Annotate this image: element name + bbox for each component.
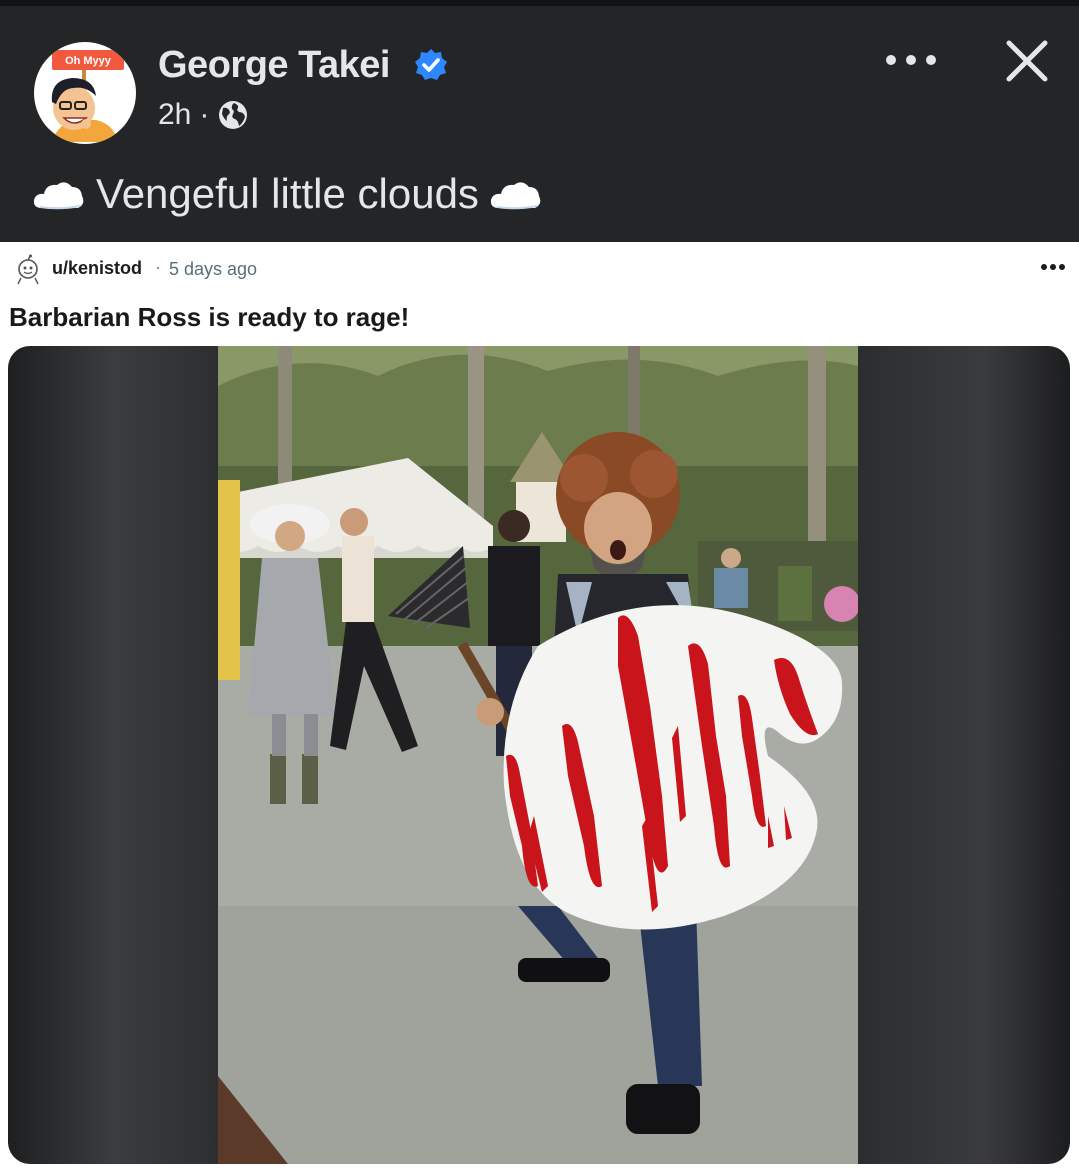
reddit-user-avatar[interactable] bbox=[12, 254, 44, 286]
verified-badge-icon bbox=[415, 49, 447, 80]
reddit-username[interactable]: u/kenistod bbox=[52, 258, 142, 279]
caption-text: Vengeful little clouds bbox=[96, 170, 479, 217]
author-name[interactable]: George Takei bbox=[158, 44, 390, 87]
close-icon[interactable] bbox=[1004, 38, 1050, 84]
reddit-post-time: 5 days ago bbox=[169, 259, 258, 279]
post-time[interactable]: 2h bbox=[158, 98, 191, 132]
globe-icon[interactable] bbox=[217, 99, 249, 131]
more-options-icon[interactable] bbox=[884, 50, 938, 70]
post-photo bbox=[218, 346, 858, 1164]
embedded-reddit-post[interactable]: u/kenistod · 5 days ago Barbarian Ross i… bbox=[0, 242, 1079, 1172]
reddit-post-title: Barbarian Ross is ready to rage! bbox=[9, 302, 410, 332]
reddit-more-options-icon[interactable] bbox=[1040, 262, 1066, 272]
meta-separator: · bbox=[199, 98, 210, 131]
post-caption: Vengeful little clouds bbox=[32, 170, 543, 218]
cloud-emoji-icon bbox=[490, 182, 541, 210]
avatar-sign-text: Oh Myyy bbox=[65, 55, 112, 67]
post-meta: 2h · bbox=[158, 98, 249, 132]
author-avatar[interactable]: Oh Myyy bbox=[34, 42, 136, 144]
post-header: Oh Myyy George Takei 2h · Vengeful littl… bbox=[0, 6, 1079, 242]
reddit-meta-separator: · bbox=[155, 257, 161, 277]
post-media[interactable] bbox=[8, 346, 1070, 1164]
cloud-emoji-icon bbox=[33, 182, 84, 210]
